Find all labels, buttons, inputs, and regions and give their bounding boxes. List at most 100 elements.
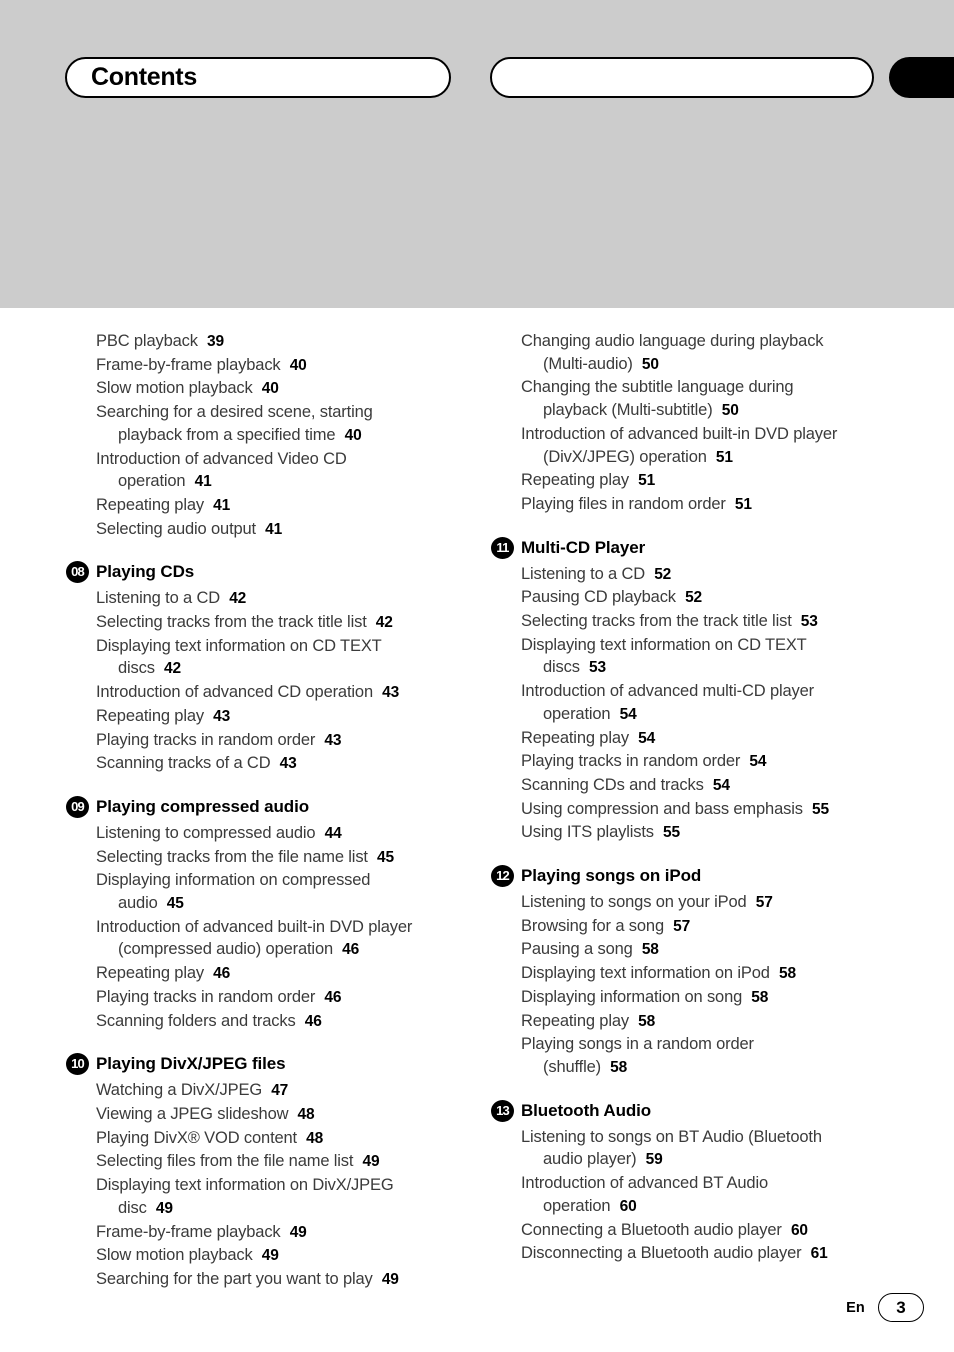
- toc-entry-title: Displaying text information on CD TEXT: [521, 635, 807, 654]
- toc-entry-title: Displaying text information on iPod: [521, 964, 770, 983]
- toc-entry-page-number: 46: [208, 965, 231, 983]
- chapter-title: Playing DivX/JPEG files: [96, 1054, 286, 1074]
- toc-section: 11 Multi-CD Player Listening to a CD 52 Pau…: [491, 536, 893, 845]
- toc-entry[interactable]: Playing DivX® VOD content 48: [96, 1127, 466, 1151]
- toc-entry[interactable]: Watching a DivX/JPEG 47: [96, 1079, 466, 1103]
- toc-entry[interactable]: Displaying text information on CD TEXT di…: [96, 635, 466, 681]
- toc-entry[interactable]: Displaying information on song 58: [521, 986, 893, 1010]
- toc-entry-page-number: 49: [377, 1270, 399, 1288]
- toc-entry[interactable]: Scanning tracks of a CD 43: [96, 752, 466, 776]
- toc-entry[interactable]: Connecting a Bluetooth audio player 60: [521, 1219, 893, 1243]
- toc-entry[interactable]: Repeating play 46: [96, 962, 466, 986]
- toc-entry[interactable]: Searching for the part you want to play …: [96, 1268, 466, 1292]
- chapter-heading-playing-songs-on-ipod[interactable]: 12 Playing songs on iPod: [491, 864, 893, 890]
- toc-entry[interactable]: Slow motion playback 49: [96, 1244, 466, 1268]
- chapter-heading-multi-cd-player[interactable]: 11 Multi-CD Player: [491, 536, 893, 562]
- toc-entry[interactable]: Frame-by-frame playback 40: [96, 354, 466, 378]
- toc-entry-title-wrap: audio 45: [96, 892, 466, 916]
- toc-entry[interactable]: Repeating play 51: [521, 469, 893, 493]
- chapter-heading-playing-divx-jpeg-files[interactable]: 10 Playing DivX/JPEG files: [66, 1052, 466, 1078]
- toc-entry-title-wrap: playback from a specified time 40: [96, 424, 466, 448]
- toc-entry-page-number: 46: [300, 1012, 322, 1030]
- toc-entry-title: Playing tracks in random order: [96, 730, 316, 749]
- toc-entry-page-number: 49: [257, 1247, 279, 1265]
- toc-entry[interactable]: Listening to a CD 52: [521, 563, 893, 587]
- toc-entry[interactable]: Introduction of advanced BT Audio operati…: [521, 1172, 893, 1218]
- toc-entry-title: Introduction of advanced built-in DVD pl…: [521, 424, 838, 443]
- toc-entry[interactable]: Pausing a song 58: [521, 938, 893, 962]
- toc-entry[interactable]: Browsing for a song 57: [521, 915, 893, 939]
- toc-entry[interactable]: Repeating play 54: [521, 727, 893, 751]
- toc-entry-page-number: 54: [708, 776, 730, 794]
- toc-entry[interactable]: Playing tracks in random order 43: [96, 729, 466, 753]
- toc-entry[interactable]: Selecting tracks from the track title li…: [521, 610, 893, 634]
- toc-entry[interactable]: Selecting audio output 41: [96, 518, 466, 542]
- toc-entry[interactable]: Playing songs in a random order (shuffle)…: [521, 1033, 893, 1079]
- toc-entry[interactable]: Selecting tracks from the track title li…: [96, 611, 466, 635]
- toc-entry-page-number: 45: [372, 848, 394, 866]
- toc-entry[interactable]: Selecting tracks from the file name list…: [96, 846, 466, 870]
- toc-entry[interactable]: Scanning folders and tracks 46: [96, 1010, 466, 1034]
- toc-entry[interactable]: Listening to a CD 42: [96, 587, 466, 611]
- toc-entry-page-number: 40: [340, 426, 362, 444]
- toc-entry[interactable]: Displaying information on compressed audi…: [96, 869, 466, 915]
- toc-entry-page-number: 54: [615, 705, 637, 723]
- toc-entry[interactable]: Changing the subtitle language during pla…: [521, 376, 893, 422]
- toc-entry[interactable]: Slow motion playback 40: [96, 377, 466, 401]
- chapter-title: Playing compressed audio: [96, 796, 309, 816]
- chapter-heading-bluetooth-audio[interactable]: 13 Bluetooth Audio: [491, 1099, 893, 1125]
- toc-entry[interactable]: PBC playback 39: [96, 330, 466, 354]
- chapter-title: Bluetooth Audio: [521, 1100, 652, 1120]
- toc-entry-title: Selecting audio output: [96, 519, 256, 538]
- footer-language-label: En: [846, 1299, 865, 1316]
- toc-entry[interactable]: Repeating play 43: [96, 705, 466, 729]
- toc-entry-page-number: 41: [208, 496, 231, 514]
- toc-entry-title: Changing the subtitle language during: [521, 378, 794, 397]
- toc-entry[interactable]: Playing tracks in random order 54: [521, 750, 893, 774]
- toc-entry[interactable]: Introduction of advanced built-in DVD pl…: [521, 423, 893, 469]
- toc-entry-title-wrap: (shuffle) 58: [521, 1056, 893, 1080]
- toc-entry-title-continued: playback (Multi-subtitle): [543, 401, 713, 420]
- toc-entry[interactable]: Pausing CD playback 52: [521, 586, 893, 610]
- toc-entry[interactable]: Repeating play 41: [96, 494, 466, 518]
- toc-entry[interactable]: Using compression and bass emphasis 55: [521, 798, 893, 822]
- toc-entry[interactable]: Using ITS playlists 55: [521, 821, 893, 845]
- toc-entry[interactable]: Listening to compressed audio 44: [96, 822, 466, 846]
- toc-entry[interactable]: Repeating play 58: [521, 1010, 893, 1034]
- chapter-heading-playing-cds[interactable]: 08 Playing CDs: [66, 560, 466, 586]
- toc-entry[interactable]: Changing audio language during playback (…: [521, 330, 893, 376]
- page-number-badge: 3: [878, 1293, 924, 1322]
- toc-entry[interactable]: Introduction of advanced Video CD operati…: [96, 448, 466, 494]
- toc-entry[interactable]: Introduction of advanced built-in DVD pl…: [96, 916, 466, 962]
- chapter-heading-playing-compressed-audio[interactable]: 09 Playing compressed audio: [66, 795, 466, 821]
- toc-entry-title: Displaying text information on CD TEXT: [96, 636, 382, 655]
- toc-entry[interactable]: Searching for a desired scene, starting p…: [96, 401, 466, 447]
- toc-entry[interactable]: Displaying text information on CD TEXT di…: [521, 634, 893, 680]
- toc-entry-page-number: 55: [658, 824, 680, 842]
- chapter-number-badge: 11: [491, 536, 514, 559]
- toc-entry[interactable]: Playing tracks in random order 46: [96, 986, 466, 1010]
- toc-entry[interactable]: Displaying text information on iPod 58: [521, 962, 893, 986]
- toc-entry-title: Scanning CDs and tracks: [521, 775, 704, 794]
- toc-entry[interactable]: Introduction of advanced multi-CD player…: [521, 680, 893, 726]
- toc-entry-title-continued: playback from a specified time: [118, 425, 336, 444]
- toc-entry[interactable]: Selecting files from the file name list …: [96, 1150, 466, 1174]
- toc-entry-page-number: 51: [730, 495, 752, 513]
- toc-entry-title: Playing songs in a random order: [521, 1035, 754, 1054]
- toc-entry[interactable]: Introduction of advanced CD operation 43: [96, 681, 466, 705]
- toc-section: PBC playback 39 Frame-by-frame playback 4…: [96, 330, 466, 541]
- toc-entry[interactable]: Listening to songs on BT Audio (Bluetoot…: [521, 1126, 893, 1172]
- toc-entry[interactable]: Disconnecting a Bluetooth audio player 6…: [521, 1242, 893, 1266]
- toc-entry-page-number: 60: [786, 1221, 808, 1239]
- contents-title-pill: Contents: [65, 57, 451, 98]
- toc-entry[interactable]: Scanning CDs and tracks 54: [521, 774, 893, 798]
- toc-entry[interactable]: Frame-by-frame playback 49: [96, 1221, 466, 1245]
- toc-entry[interactable]: Playing files in random order 51: [521, 493, 893, 517]
- toc-entry-title: Introduction of advanced CD operation: [96, 683, 373, 702]
- toc-entry-title: Repeating play: [521, 728, 629, 747]
- toc-entry[interactable]: Listening to songs on your iPod 57: [521, 891, 893, 915]
- toc-entry[interactable]: Viewing a JPEG slideshow 48: [96, 1103, 466, 1127]
- toc-entry-title: Displaying information on compressed: [96, 871, 371, 890]
- toc-entry-title-wrap: operation 41: [96, 470, 466, 494]
- toc-entry[interactable]: Displaying text information on DivX/JPEG…: [96, 1174, 466, 1220]
